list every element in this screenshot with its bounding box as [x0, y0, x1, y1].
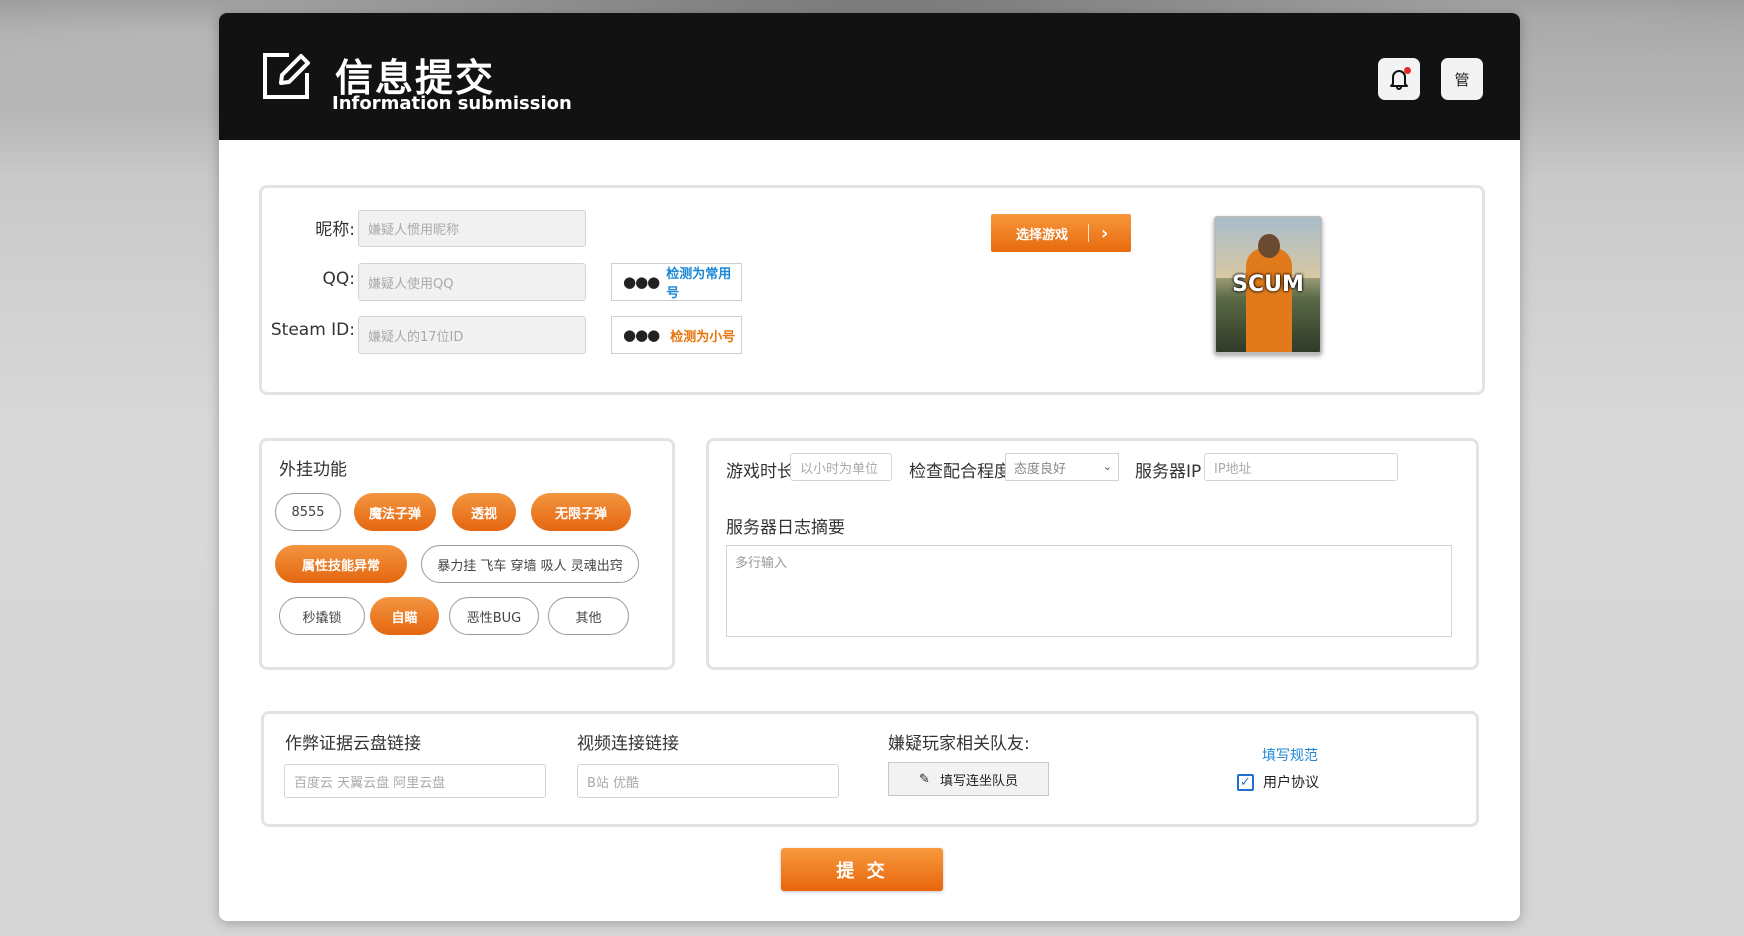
cheat-tag-aimbot[interactable]: 自瞄 [370, 597, 439, 635]
fill-teammates-label: 填写连坐队员 [939, 773, 1018, 789]
cheat-tag-attribute-anomaly[interactable]: 属性技能异常 [275, 545, 407, 583]
pencil-icon: ✎ [919, 771, 930, 787]
server-log-label: 服务器日志摘要 [726, 518, 845, 538]
notification-badge [1404, 67, 1411, 74]
cheat-tag-infinite-ammo[interactable]: 无限子弹 [531, 493, 631, 531]
agreement-label[interactable]: 用户协议 [1263, 772, 1319, 792]
cheat-tag-malicious-bug[interactable]: 恶性BUG [449, 597, 539, 635]
more-dots-icon: ●●● [623, 326, 660, 344]
check-icon: ✓ [1240, 775, 1251, 790]
nickname-label: 昵称: [315, 220, 355, 240]
cheat-tag-other[interactable]: 其他 [548, 597, 629, 635]
cheat-tag-rage-hacks[interactable]: 暴力挂 飞车 穿墙 吸人 灵魂出窍 [421, 545, 639, 583]
steam-id-label: Steam ID: [270, 320, 355, 340]
cheat-features-panel: 外挂功能 8555 魔法子弹 透视 无限子弹 属性技能异常 暴力挂 飞车 穿墙 … [259, 438, 675, 670]
cloud-link-label: 作弊证据云盘链接 [285, 734, 421, 754]
fill-teammates-button[interactable]: ✎ 填写连坐队员 [888, 762, 1049, 796]
playtime-input[interactable]: 以小时为单位 [790, 453, 892, 481]
nickname-input[interactable]: 嫌疑人惯用昵称 [358, 210, 586, 247]
cooperation-select[interactable]: 态度良好 ⌄ [1005, 453, 1119, 481]
evidence-panel: 作弊证据云盘链接 百度云 天翼云盘 阿里云盘 视频连接链接 B站 优酷 嫌疑玩家… [261, 711, 1479, 827]
edit-icon [263, 53, 310, 99]
chevron-right-icon: › [1101, 222, 1109, 244]
video-link-label: 视频连接链接 [577, 734, 679, 754]
playtime-label: 游戏时长 [726, 462, 794, 482]
game-cover-image: SCUM [1214, 216, 1322, 354]
video-link-input[interactable]: B站 优酷 [577, 764, 839, 798]
more-dots-icon: ●●● [623, 273, 660, 291]
cheat-tag-magic-bullet[interactable]: 魔法子弹 [354, 493, 436, 531]
server-ip-input[interactable]: IP地址 [1204, 453, 1398, 481]
teammates-label: 嫌疑玩家相关队友: [888, 734, 1030, 754]
qq-input[interactable]: 嫌疑人使用QQ [358, 263, 586, 301]
suspect-info-panel: 昵称: 嫌疑人惯用昵称 QQ: 嫌疑人使用QQ Steam ID: 嫌疑人的17… [259, 185, 1485, 395]
qq-label: QQ: [322, 269, 356, 289]
cheat-tag-instant-lockpick[interactable]: 秒撬锁 [279, 597, 365, 635]
server-log-textarea[interactable]: 多行输入 [726, 545, 1452, 637]
button-divider [1088, 224, 1090, 242]
select-game-button[interactable]: 选择游戏 › [991, 214, 1131, 252]
header-bar: 信息提交 Information submission 管 [219, 13, 1520, 140]
game-cover-title: SCUM [1232, 272, 1304, 297]
cheat-tag-wallhack[interactable]: 透视 [452, 493, 516, 531]
cheat-tag-8555[interactable]: 8555 [275, 493, 341, 531]
form-card: 信息提交 Information submission 管 昵称: 嫌疑人惯用昵… [219, 13, 1520, 921]
server-ip-label: 服务器IP [1135, 462, 1202, 482]
select-game-label: 选择游戏 [1016, 227, 1069, 243]
cloud-link-input[interactable]: 百度云 天翼云盘 阿里云盘 [284, 764, 546, 798]
cooperation-value: 态度良好 [1014, 461, 1067, 477]
manage-button[interactable]: 管 [1441, 58, 1483, 100]
steam-check-button[interactable]: ●●● 检测为小号 [611, 316, 742, 354]
submit-button[interactable]: 提 交 [781, 848, 943, 891]
steam-check-label: 检测为小号 [670, 329, 736, 345]
steam-id-input[interactable]: 嫌疑人的17位ID [358, 316, 586, 354]
cooperation-label: 检查配合程度 [909, 462, 1011, 482]
cheat-features-title: 外挂功能 [279, 460, 347, 480]
fill-rules-link[interactable]: 填写规范 [1262, 745, 1318, 765]
qq-check-label: 检测为常用号 [666, 267, 732, 301]
page-subtitle: Information submission [332, 93, 572, 114]
notification-button[interactable] [1378, 58, 1420, 100]
qq-check-button[interactable]: ●●● 检测为常用号 [611, 263, 742, 301]
server-info-panel: 游戏时长 以小时为单位 检查配合程度 态度良好 ⌄ 服务器IP IP地址 服务器… [706, 438, 1479, 670]
agreement-checkbox[interactable]: ✓ [1237, 774, 1254, 791]
chevron-down-icon: ⌄ [1102, 460, 1112, 473]
